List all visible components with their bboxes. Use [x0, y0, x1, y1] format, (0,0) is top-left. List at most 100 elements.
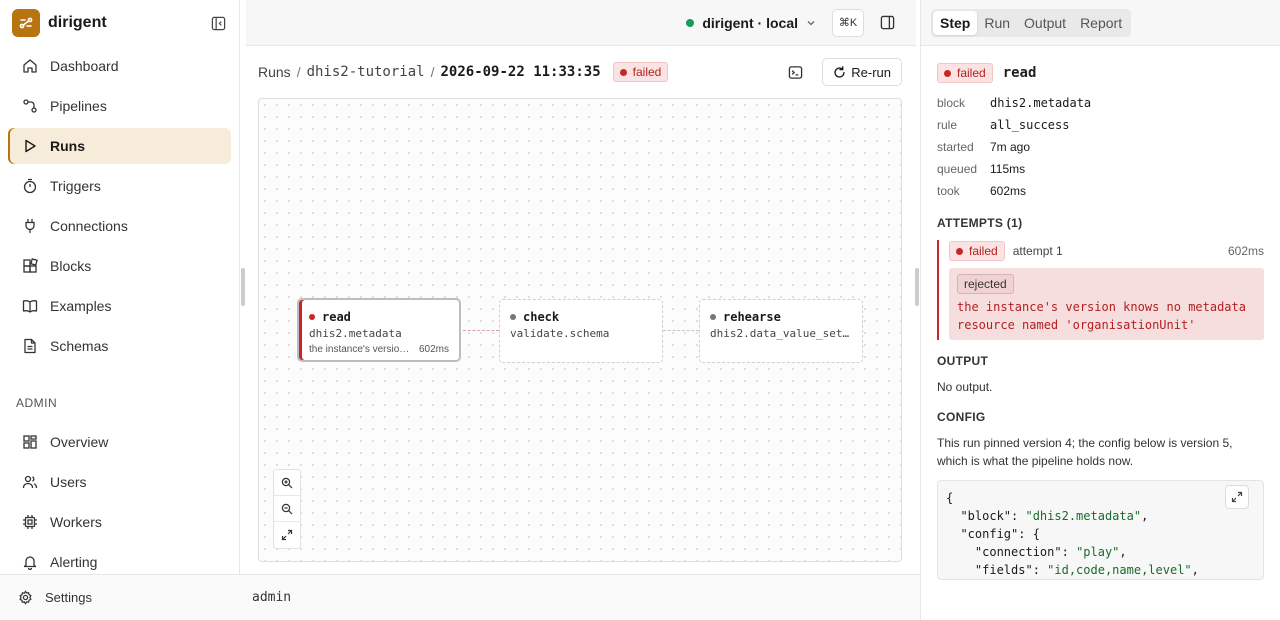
- environment-status-dot: [686, 18, 695, 27]
- app-name: dirigent: [48, 14, 107, 31]
- rerun-button[interactable]: Re-run: [822, 58, 902, 86]
- sidebar-item-dashboard[interactable]: Dashboard: [8, 48, 231, 84]
- sidebar-item-label: Pipelines: [50, 98, 107, 114]
- sidebar-item-triggers[interactable]: Triggers: [8, 168, 231, 204]
- output-text: No output.: [937, 380, 993, 394]
- node-status-dot: [309, 314, 315, 320]
- sidebar-resize-handle[interactable]: [241, 268, 245, 306]
- brand: dirigent: [0, 0, 239, 46]
- graph-node-read[interactable]: read dhis2.metadata the instance's versi…: [297, 298, 461, 362]
- status-bar: admin: [240, 574, 920, 620]
- dirigent-logo-icon[interactable]: [12, 9, 40, 37]
- sidebar-item-settings[interactable]: Settings: [0, 574, 240, 620]
- detail-key: block: [937, 96, 966, 110]
- step-name: read: [1002, 65, 1037, 81]
- primary-nav: Dashboard Pipelines Runs Triggers Connec…: [0, 46, 239, 370]
- users-icon: [22, 475, 38, 489]
- step-header: failed read: [937, 62, 1264, 84]
- sidebar-item-label: Overview: [50, 434, 109, 450]
- step-status-badge: failed: [937, 63, 993, 83]
- tab-run[interactable]: Run: [977, 11, 1017, 35]
- detail-key: rule: [937, 118, 958, 132]
- detail-key: queued: [937, 162, 978, 176]
- breadcrumb-runs-link[interactable]: Runs: [258, 64, 291, 80]
- blocks-icon: [23, 258, 38, 273]
- panel-resize-handle[interactable]: [915, 268, 919, 306]
- sidebar: dirigent Dashboard Pipelines Runs Trigge…: [0, 0, 240, 620]
- attempt-duration: 602ms: [1227, 244, 1264, 258]
- node-name: read: [322, 310, 351, 324]
- sidebar-item-users[interactable]: Users: [8, 464, 231, 500]
- attempt-label: attempt 1: [1012, 244, 1063, 258]
- node-name: rehearse: [723, 310, 781, 324]
- code-line: "fields": "id,code,name,level",: [974, 563, 1199, 577]
- sidebar-item-label: Workers: [50, 514, 102, 530]
- config-note: This run pinned version 4; the config be…: [937, 436, 1233, 468]
- graph-node-rehearse[interactable]: rehearse dhis2.data_value_set_import: [699, 299, 863, 363]
- tab-step[interactable]: Step: [933, 11, 978, 35]
- node-name: check: [523, 310, 560, 324]
- grid-icon: [23, 435, 37, 449]
- file-icon: [24, 338, 36, 354]
- tab-report[interactable]: Report: [1073, 11, 1129, 35]
- sidebar-item-blocks[interactable]: Blocks: [8, 248, 231, 284]
- sidebar-item-label: Schemas: [50, 338, 109, 354]
- detail-key: started: [937, 140, 974, 154]
- config-code[interactable]: { "block": "dhis2.metadata", "config": {…: [937, 480, 1264, 580]
- run-status-badge: failed: [612, 62, 669, 82]
- step-details: block dhis2.metadata rule all_success st…: [937, 92, 1264, 202]
- graph-edge-read-check: [463, 330, 499, 331]
- plug-icon: [25, 218, 35, 234]
- timer-icon: [23, 178, 37, 194]
- sidebar-item-label: Runs: [50, 138, 85, 154]
- status-dot: [944, 69, 951, 77]
- environment-switcher[interactable]: dirigent · local: [686, 15, 816, 31]
- toggle-panel-icon[interactable]: [878, 14, 896, 32]
- detail-value: 7m ago: [990, 140, 1031, 154]
- sidebar-item-label: Connections: [50, 218, 128, 234]
- refresh-icon: [834, 65, 845, 78]
- tab-output[interactable]: Output: [1017, 11, 1073, 35]
- node-block: validate.schema: [510, 327, 610, 340]
- sidebar-item-pipelines[interactable]: Pipelines: [8, 88, 231, 124]
- sidebar-item-overview[interactable]: Overview: [8, 424, 231, 460]
- environment-name: dirigent · local: [702, 14, 798, 31]
- zoom-in-icon[interactable]: [274, 470, 300, 496]
- breadcrumb: Runs / dhis2-tutorial / 2026-09-22 11:33…: [258, 58, 902, 86]
- rerun-label: Re-run: [851, 64, 891, 80]
- sidebar-item-label: Users: [50, 474, 87, 490]
- graph-node-check[interactable]: check validate.schema: [499, 299, 663, 363]
- attempts-heading: ATTEMPTS (1): [937, 216, 1023, 230]
- settings-label: Settings: [45, 590, 92, 605]
- config-heading: CONFIG: [937, 410, 986, 424]
- breadcrumb-separator: /: [430, 64, 435, 80]
- detail-value: 115ms: [990, 162, 1026, 176]
- detail-row-started: started 7m ago: [937, 136, 1264, 158]
- status-text: failed: [632, 65, 662, 79]
- sidebar-item-label: Dashboard: [50, 58, 119, 74]
- fit-view-icon[interactable]: [274, 522, 300, 548]
- panel-tabs-bar: Step Run Output Report: [921, 0, 1280, 46]
- detail-value: dhis2.metadata: [990, 96, 1092, 110]
- status-dot: [619, 68, 627, 76]
- book-icon: [22, 300, 38, 313]
- current-user: admin: [252, 590, 292, 605]
- terminal-icon[interactable]: [786, 63, 804, 81]
- pipeline-graph-canvas[interactable]: read dhis2.metadata the instance's versi…: [258, 98, 902, 562]
- detail-key: took: [937, 184, 960, 198]
- breadcrumb-run-timestamp: 2026-09-22 11:33:35: [440, 64, 601, 80]
- collapse-sidebar-icon[interactable]: [209, 14, 227, 32]
- sidebar-item-connections[interactable]: Connections: [8, 208, 231, 244]
- zoom-out-icon[interactable]: [274, 496, 300, 522]
- breadcrumb-pipeline-link[interactable]: dhis2-tutorial: [307, 64, 425, 80]
- topbar: dirigent · local ⌘K: [246, 0, 916, 46]
- sidebar-item-runs[interactable]: Runs: [8, 128, 231, 164]
- expand-icon[interactable]: [1225, 485, 1249, 509]
- attempt-error: rejected the instance's version knows no…: [949, 268, 1264, 340]
- sidebar-item-examples[interactable]: Examples: [8, 288, 231, 324]
- sidebar-item-label: Examples: [50, 298, 112, 314]
- attempt-item: failed attempt 1 602ms rejected the inst…: [937, 240, 1264, 340]
- sidebar-item-workers[interactable]: Workers: [8, 504, 231, 540]
- sidebar-item-schemas[interactable]: Schemas: [8, 328, 231, 364]
- command-palette-button[interactable]: ⌘K: [832, 8, 864, 37]
